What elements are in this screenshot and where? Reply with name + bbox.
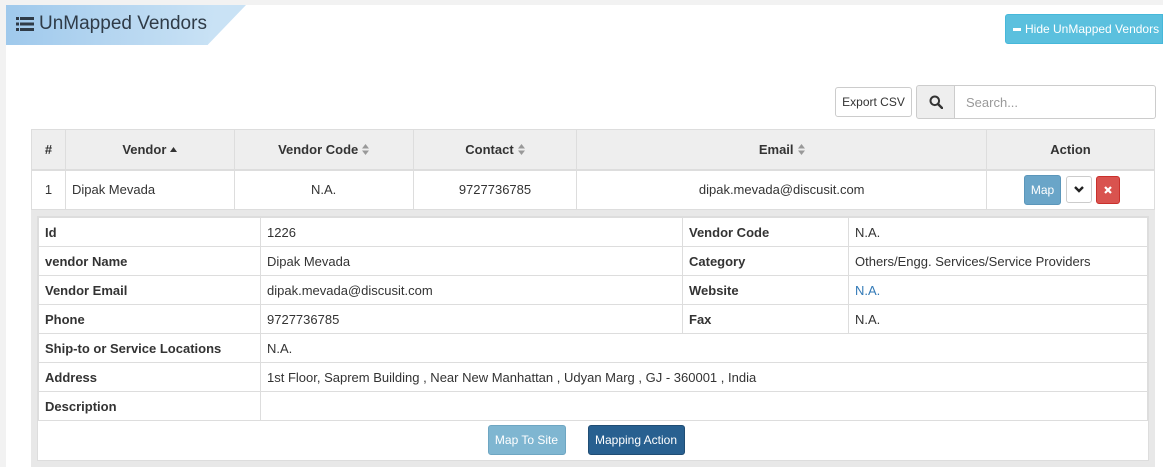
detail-row: vendor Name Dipak Mevada Category Others… bbox=[38, 246, 1148, 276]
fax-value: N.A. bbox=[848, 304, 1148, 334]
page-title: UnMapped Vendors bbox=[16, 13, 207, 35]
search-input[interactable] bbox=[955, 85, 1156, 119]
vendor-code-label: Vendor Code bbox=[682, 217, 849, 247]
vendor-name-value: Dipak Mevada bbox=[260, 246, 683, 276]
row-number: 1 bbox=[31, 169, 66, 210]
column-header-contact-label: Contact bbox=[465, 141, 514, 157]
detail-row: Ship-to or Service Locations N.A. bbox=[38, 333, 1148, 363]
description-value bbox=[260, 391, 1148, 421]
sort-icon bbox=[797, 143, 805, 155]
vendor-detail-table: Id 1226 Vendor Code N.A. vendor Name Dip… bbox=[38, 217, 1148, 421]
export-csv-button[interactable]: Export CSV bbox=[835, 87, 912, 117]
column-header-email-label: Email bbox=[758, 141, 794, 157]
vendor-detail-panel: Id 1226 Vendor Code N.A. vendor Name Dip… bbox=[31, 210, 1155, 467]
locations-value: N.A. bbox=[260, 333, 1148, 363]
chevron-down-icon bbox=[1074, 186, 1084, 193]
detail-row: Id 1226 Vendor Code N.A. bbox=[38, 217, 1148, 247]
mapping-action-button[interactable]: Mapping Action bbox=[587, 425, 685, 455]
column-header-action: Action bbox=[986, 129, 1155, 171]
sort-icon bbox=[517, 143, 525, 155]
detail-row: Address 1st Floor, Saprem Building , Nea… bbox=[38, 362, 1148, 392]
detail-actions: Map To Site Mapping Action bbox=[38, 425, 1148, 455]
column-header-contact[interactable]: Contact bbox=[412, 129, 578, 171]
address-label: Address bbox=[38, 362, 261, 392]
fax-label: Fax bbox=[682, 304, 849, 334]
vendor-email-label: Vendor Email bbox=[38, 275, 261, 305]
id-value: 1226 bbox=[260, 217, 683, 247]
category-label: Category bbox=[682, 246, 849, 276]
column-header-vendor[interactable]: Vendor bbox=[64, 129, 235, 171]
phone-label: Phone bbox=[38, 304, 261, 334]
phone-value: 9727736785 bbox=[260, 304, 683, 334]
description-label: Description bbox=[38, 391, 261, 421]
vendor-email-value: dipak.mevada@discusit.com bbox=[260, 275, 683, 305]
sort-asc-icon bbox=[170, 146, 178, 152]
row-contact: 9727736785 bbox=[412, 169, 578, 210]
column-header-vendor-code[interactable]: Vendor Code bbox=[233, 129, 414, 171]
hide-button-label: Hide UnMapped Vendors bbox=[1025, 22, 1160, 36]
hide-unmapped-vendors-button[interactable]: Hide UnMapped Vendors bbox=[1005, 14, 1163, 44]
sort-icon bbox=[362, 143, 370, 155]
map-button[interactable]: Map bbox=[1024, 174, 1061, 205]
website-cell: N.A. bbox=[848, 275, 1148, 305]
expand-row-button[interactable] bbox=[1066, 176, 1092, 204]
page-title-text: UnMapped Vendors bbox=[39, 13, 207, 34]
row-vendor-code: N.A. bbox=[233, 169, 414, 210]
vendor-code-value: N.A. bbox=[848, 217, 1148, 247]
column-header-email[interactable]: Email bbox=[576, 129, 987, 171]
search-button[interactable] bbox=[916, 85, 955, 119]
locations-label: Ship-to or Service Locations bbox=[38, 333, 261, 363]
row-email: dipak.mevada@discusit.com bbox=[576, 169, 987, 210]
row-vendor: Dipak Mevada bbox=[64, 169, 235, 210]
row-actions: Map bbox=[986, 169, 1155, 210]
column-header-vendor-label: Vendor bbox=[122, 141, 167, 157]
search-icon bbox=[929, 95, 943, 109]
table-row: 1 Dipak Mevada N.A. 9727736785 dipak.mev… bbox=[31, 169, 1155, 210]
address-value: 1st Floor, Saprem Building , Near New Ma… bbox=[260, 362, 1148, 392]
category-value: Others/Engg. Services/Service Providers bbox=[848, 246, 1148, 276]
website-link[interactable]: N.A. bbox=[855, 283, 880, 298]
vendors-table: # Vendor Vendor Code Contact Email Actio… bbox=[31, 129, 1155, 210]
delete-button[interactable] bbox=[1096, 175, 1120, 204]
map-to-site-button[interactable]: Map To Site bbox=[487, 425, 566, 455]
column-header-vendor-code-label: Vendor Code bbox=[278, 141, 359, 157]
detail-row: Phone 9727736785 Fax N.A. bbox=[38, 304, 1148, 334]
website-label: Website bbox=[682, 275, 849, 305]
close-icon bbox=[1104, 185, 1112, 194]
vendor-name-label: vendor Name bbox=[38, 246, 261, 276]
search-group bbox=[916, 85, 1156, 119]
id-label: Id bbox=[38, 217, 261, 247]
minus-icon bbox=[1013, 27, 1021, 31]
table-header-row: # Vendor Vendor Code Contact Email Actio… bbox=[31, 129, 1155, 171]
detail-row: Vendor Email dipak.mevada@discusit.com W… bbox=[38, 275, 1148, 305]
list-icon bbox=[16, 17, 34, 31]
column-header-number: # bbox=[31, 129, 66, 171]
detail-row: Description bbox=[38, 391, 1148, 421]
